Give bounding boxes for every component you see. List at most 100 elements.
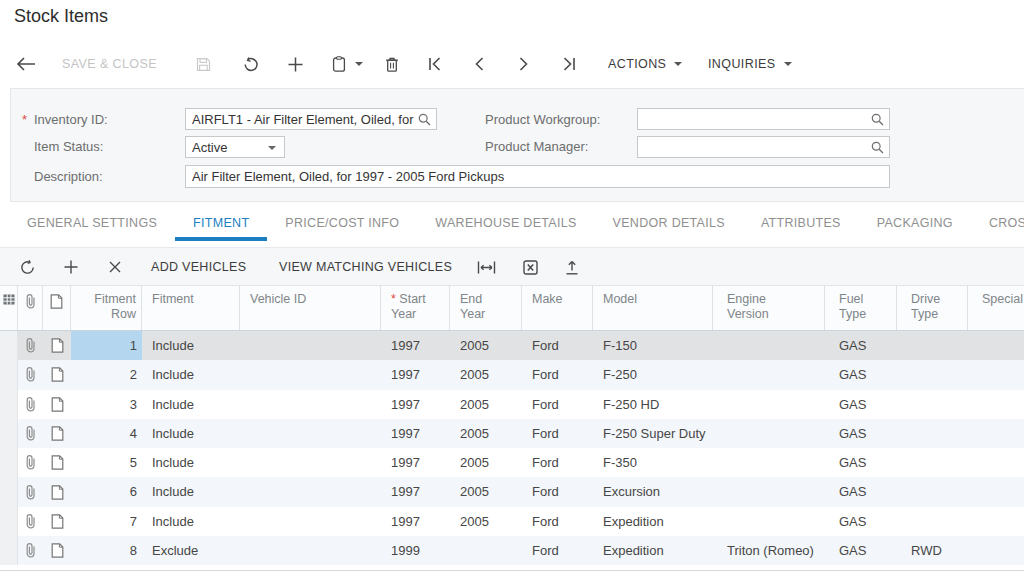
delete-row-icon[interactable] bbox=[109, 248, 121, 286]
cell-make[interactable]: Ford bbox=[522, 419, 593, 448]
cell-model[interactable]: Expedition bbox=[593, 507, 713, 536]
column-header-attachment[interactable] bbox=[18, 286, 43, 330]
cell-end_year[interactable]: 2005 bbox=[450, 360, 522, 389]
cell-drive_type[interactable] bbox=[897, 507, 968, 536]
cell-engine_version[interactable] bbox=[713, 448, 825, 477]
cell-end_year[interactable]: 2005 bbox=[450, 507, 522, 536]
cell-make[interactable]: Ford bbox=[522, 536, 593, 565]
cell-fuel_type[interactable]: GAS bbox=[825, 536, 897, 565]
paperclip-icon[interactable] bbox=[18, 390, 43, 419]
add-row-icon[interactable] bbox=[64, 248, 78, 286]
column-header-special[interactable]: Special bbox=[968, 286, 1024, 330]
tab-fitment[interactable]: FITMENT bbox=[175, 208, 267, 241]
inquiries-menu[interactable]: INQUIRIES bbox=[708, 44, 792, 84]
view-matching-vehicles-button[interactable]: VIEW MATCHING VEHICLES bbox=[279, 248, 452, 286]
tab-cross-reference[interactable]: CROSS-REFERENCE bbox=[971, 208, 1024, 241]
cell-engine_version[interactable] bbox=[713, 390, 825, 419]
column-header-end_year[interactable]: EndYear bbox=[450, 286, 522, 330]
cell-fitment_row[interactable]: 3 bbox=[71, 390, 142, 419]
cell-special[interactable] bbox=[968, 390, 1024, 419]
row-selector-cell[interactable] bbox=[0, 331, 18, 360]
tab-warehouse-details[interactable]: WAREHOUSE DETAILS bbox=[417, 208, 594, 241]
clipboard-menu-icon[interactable] bbox=[332, 44, 363, 84]
column-header-settings[interactable] bbox=[0, 286, 18, 330]
add-record-icon[interactable] bbox=[288, 44, 303, 84]
row-selector-cell[interactable] bbox=[0, 448, 18, 477]
cell-special[interactable] bbox=[968, 507, 1024, 536]
cell-engine_version[interactable] bbox=[713, 419, 825, 448]
cell-fuel_type[interactable]: GAS bbox=[825, 331, 897, 360]
cell-make[interactable]: Ford bbox=[522, 507, 593, 536]
actions-menu[interactable]: ACTIONS bbox=[608, 44, 682, 84]
paperclip-icon[interactable] bbox=[18, 419, 43, 448]
cell-drive_type[interactable] bbox=[897, 419, 968, 448]
note-icon[interactable] bbox=[43, 390, 71, 419]
cell-vehicle_id[interactable] bbox=[240, 536, 381, 565]
tab-price-cost-info[interactable]: PRICE/COST INFO bbox=[267, 208, 417, 241]
item-status-select[interactable]: Active bbox=[185, 136, 285, 158]
tab-general-settings[interactable]: GENERAL SETTINGS bbox=[9, 208, 175, 241]
cell-engine_version[interactable] bbox=[713, 360, 825, 389]
row-selector-cell[interactable] bbox=[0, 390, 18, 419]
inventory-id-field[interactable]: AIRFLT1 - Air Filter Element, Oiled, for bbox=[185, 108, 437, 130]
cell-fuel_type[interactable]: GAS bbox=[825, 507, 897, 536]
cell-model[interactable]: Excursion bbox=[593, 477, 713, 506]
row-selector-cell[interactable] bbox=[0, 477, 18, 506]
row-selector-cell[interactable] bbox=[0, 536, 18, 565]
refresh-icon[interactable] bbox=[20, 248, 35, 286]
cell-model[interactable]: Expedition bbox=[593, 536, 713, 565]
cell-drive_type[interactable] bbox=[897, 360, 968, 389]
cell-end_year[interactable]: 2005 bbox=[450, 331, 522, 360]
row-selector-cell[interactable] bbox=[0, 507, 18, 536]
back-button[interactable] bbox=[16, 44, 36, 84]
cell-fitment[interactable]: Exclude bbox=[142, 536, 240, 565]
cell-fitment_row[interactable]: 8 bbox=[71, 536, 142, 565]
column-header-fuel_type[interactable]: FuelType bbox=[825, 286, 897, 330]
column-header-note[interactable] bbox=[43, 286, 71, 330]
cell-fitment_row[interactable]: 2 bbox=[71, 360, 142, 389]
cell-model[interactable]: F-150 bbox=[593, 331, 713, 360]
cell-special[interactable] bbox=[968, 419, 1024, 448]
column-header-make[interactable]: Make bbox=[522, 286, 593, 330]
cell-fuel_type[interactable]: GAS bbox=[825, 477, 897, 506]
column-header-fitment[interactable]: Fitment bbox=[142, 286, 240, 330]
cell-special[interactable] bbox=[968, 331, 1024, 360]
go-next-icon[interactable] bbox=[519, 44, 529, 84]
cell-end_year[interactable]: 2005 bbox=[450, 477, 522, 506]
cell-engine_version[interactable] bbox=[713, 507, 825, 536]
paperclip-icon[interactable] bbox=[18, 477, 43, 506]
cell-vehicle_id[interactable] bbox=[240, 390, 381, 419]
cell-start_year[interactable]: 1997 bbox=[381, 448, 450, 477]
cell-model[interactable]: F-250 bbox=[593, 360, 713, 389]
cell-drive_type[interactable] bbox=[897, 390, 968, 419]
go-last-icon[interactable] bbox=[562, 44, 576, 84]
row-selector-cell[interactable] bbox=[0, 360, 18, 389]
note-icon[interactable] bbox=[43, 477, 71, 506]
cell-special[interactable] bbox=[968, 536, 1024, 565]
cell-fitment_row[interactable]: 7 bbox=[71, 507, 142, 536]
cell-start_year[interactable]: 1997 bbox=[381, 390, 450, 419]
save-close-button[interactable]: SAVE & CLOSE bbox=[62, 44, 157, 84]
note-icon[interactable] bbox=[43, 360, 71, 389]
cell-model[interactable]: F-250 Super Duty bbox=[593, 419, 713, 448]
cell-vehicle_id[interactable] bbox=[240, 331, 381, 360]
cell-vehicle_id[interactable] bbox=[240, 507, 381, 536]
paperclip-icon[interactable] bbox=[18, 360, 43, 389]
cell-end_year[interactable] bbox=[450, 536, 522, 565]
paperclip-icon[interactable] bbox=[18, 448, 43, 477]
column-header-vehicle_id[interactable]: Vehicle ID bbox=[240, 286, 381, 330]
product-manager-field[interactable] bbox=[637, 136, 890, 158]
cell-fitment[interactable]: Include bbox=[142, 448, 240, 477]
cell-special[interactable] bbox=[968, 360, 1024, 389]
column-header-start_year[interactable]: * StartYear bbox=[381, 286, 450, 330]
cell-model[interactable]: F-350 bbox=[593, 448, 713, 477]
cell-fuel_type[interactable]: GAS bbox=[825, 419, 897, 448]
cell-drive_type[interactable] bbox=[897, 477, 968, 506]
column-header-engine_version[interactable]: EngineVersion bbox=[713, 286, 825, 330]
cell-vehicle_id[interactable] bbox=[240, 360, 381, 389]
row-selector-cell[interactable] bbox=[0, 419, 18, 448]
cell-fuel_type[interactable]: GAS bbox=[825, 448, 897, 477]
cell-vehicle_id[interactable] bbox=[240, 448, 381, 477]
cell-fitment[interactable]: Include bbox=[142, 477, 240, 506]
cell-end_year[interactable]: 2005 bbox=[450, 419, 522, 448]
